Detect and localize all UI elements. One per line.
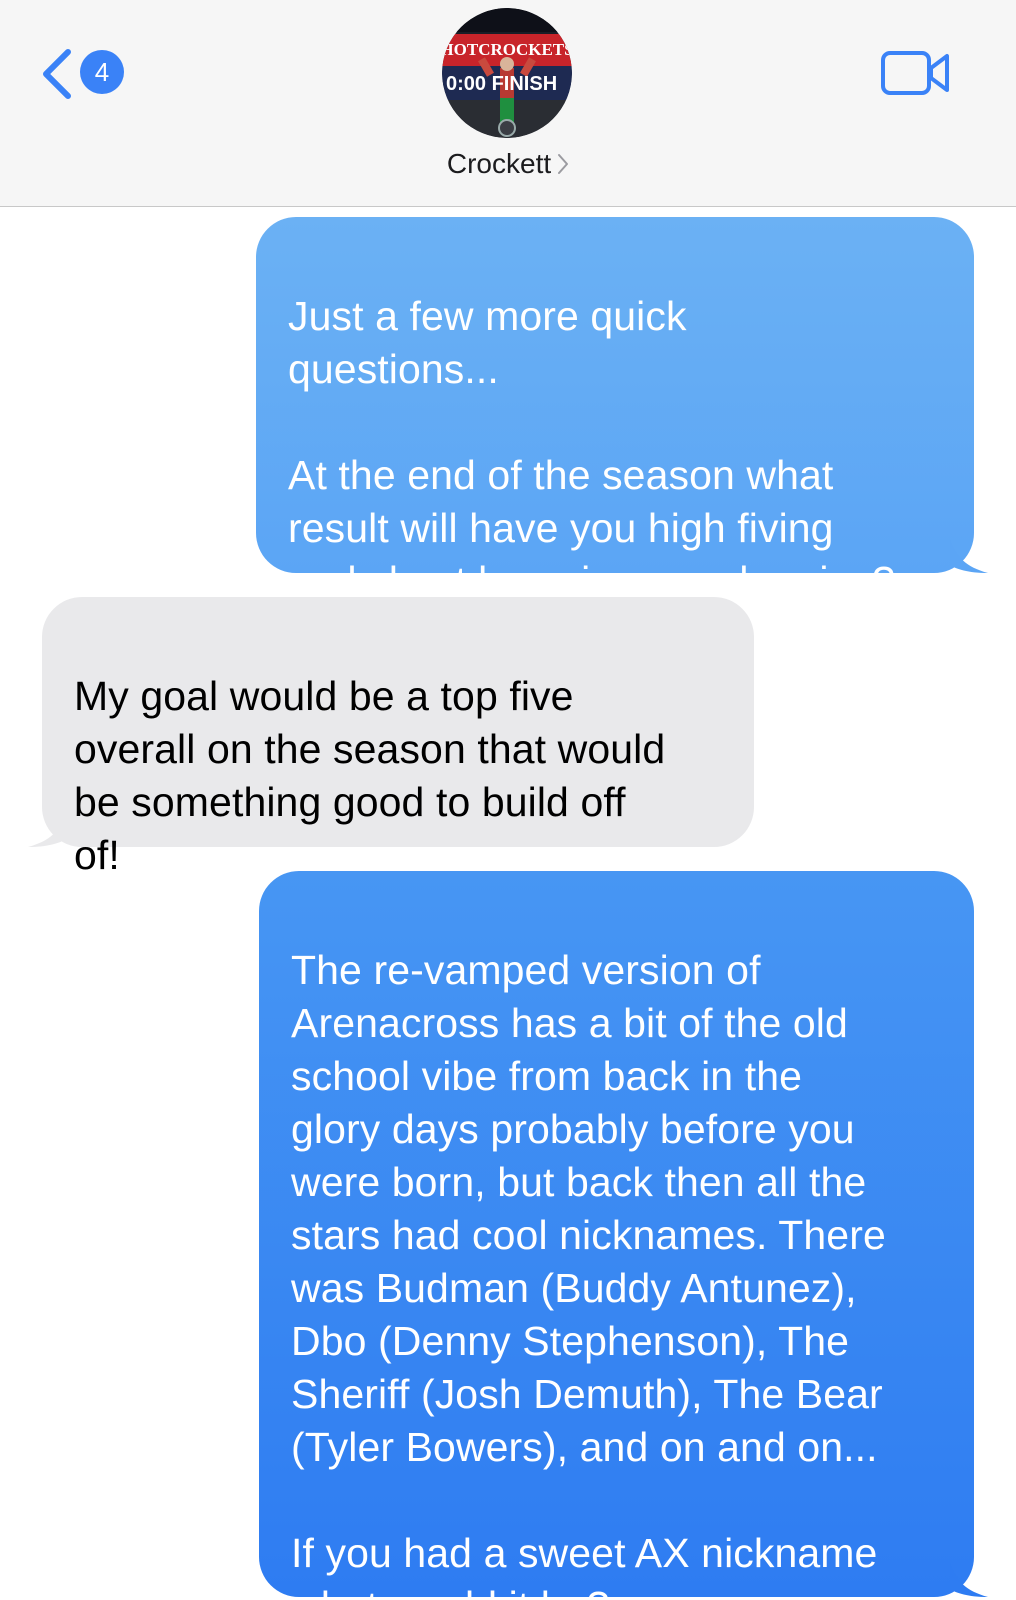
chevron-left-icon [43,49,71,99]
avatar-banner-text: HOTCROCKETS [442,40,572,59]
bubble-tail [28,813,66,847]
back-button[interactable]: 4 [38,46,138,102]
messages-conversation-screen: 4 HOTCROCKETS 0:00 FINISH Crockett Just … [0,0,1016,1600]
message-text: Just a few more quick questions... At th… [288,293,895,604]
chevron-right-icon [558,153,569,174]
facetime-video-button[interactable] [880,48,952,98]
message-text: My goal would be a top five overall on t… [74,673,666,878]
conversation-header: 4 HOTCROCKETS 0:00 FINISH Crockett [0,0,1016,207]
sent-message-bubble[interactable]: Just a few more quick questions... At th… [256,217,988,604]
bubble-tail [950,1563,988,1597]
video-camera-icon [881,51,949,95]
received-message-bubble[interactable]: My goal would be a top five overall on t… [28,597,754,878]
avatar-photo: HOTCROCKETS 0:00 FINISH [442,8,572,138]
message-text: The re-vamped version of Arenacross has … [291,947,886,1600]
avatar-finish-text: 0:00 FINISH [446,73,557,95]
contact-name-button[interactable]: Crockett [0,148,1016,180]
unread-count-badge: 4 [80,50,124,94]
contact-name: Crockett [446,148,552,179]
sent-message-bubble[interactable]: The re-vamped version of Arenacross has … [259,871,988,1600]
bubble-tail [950,539,988,573]
contact-avatar[interactable]: HOTCROCKETS 0:00 FINISH [442,8,572,138]
